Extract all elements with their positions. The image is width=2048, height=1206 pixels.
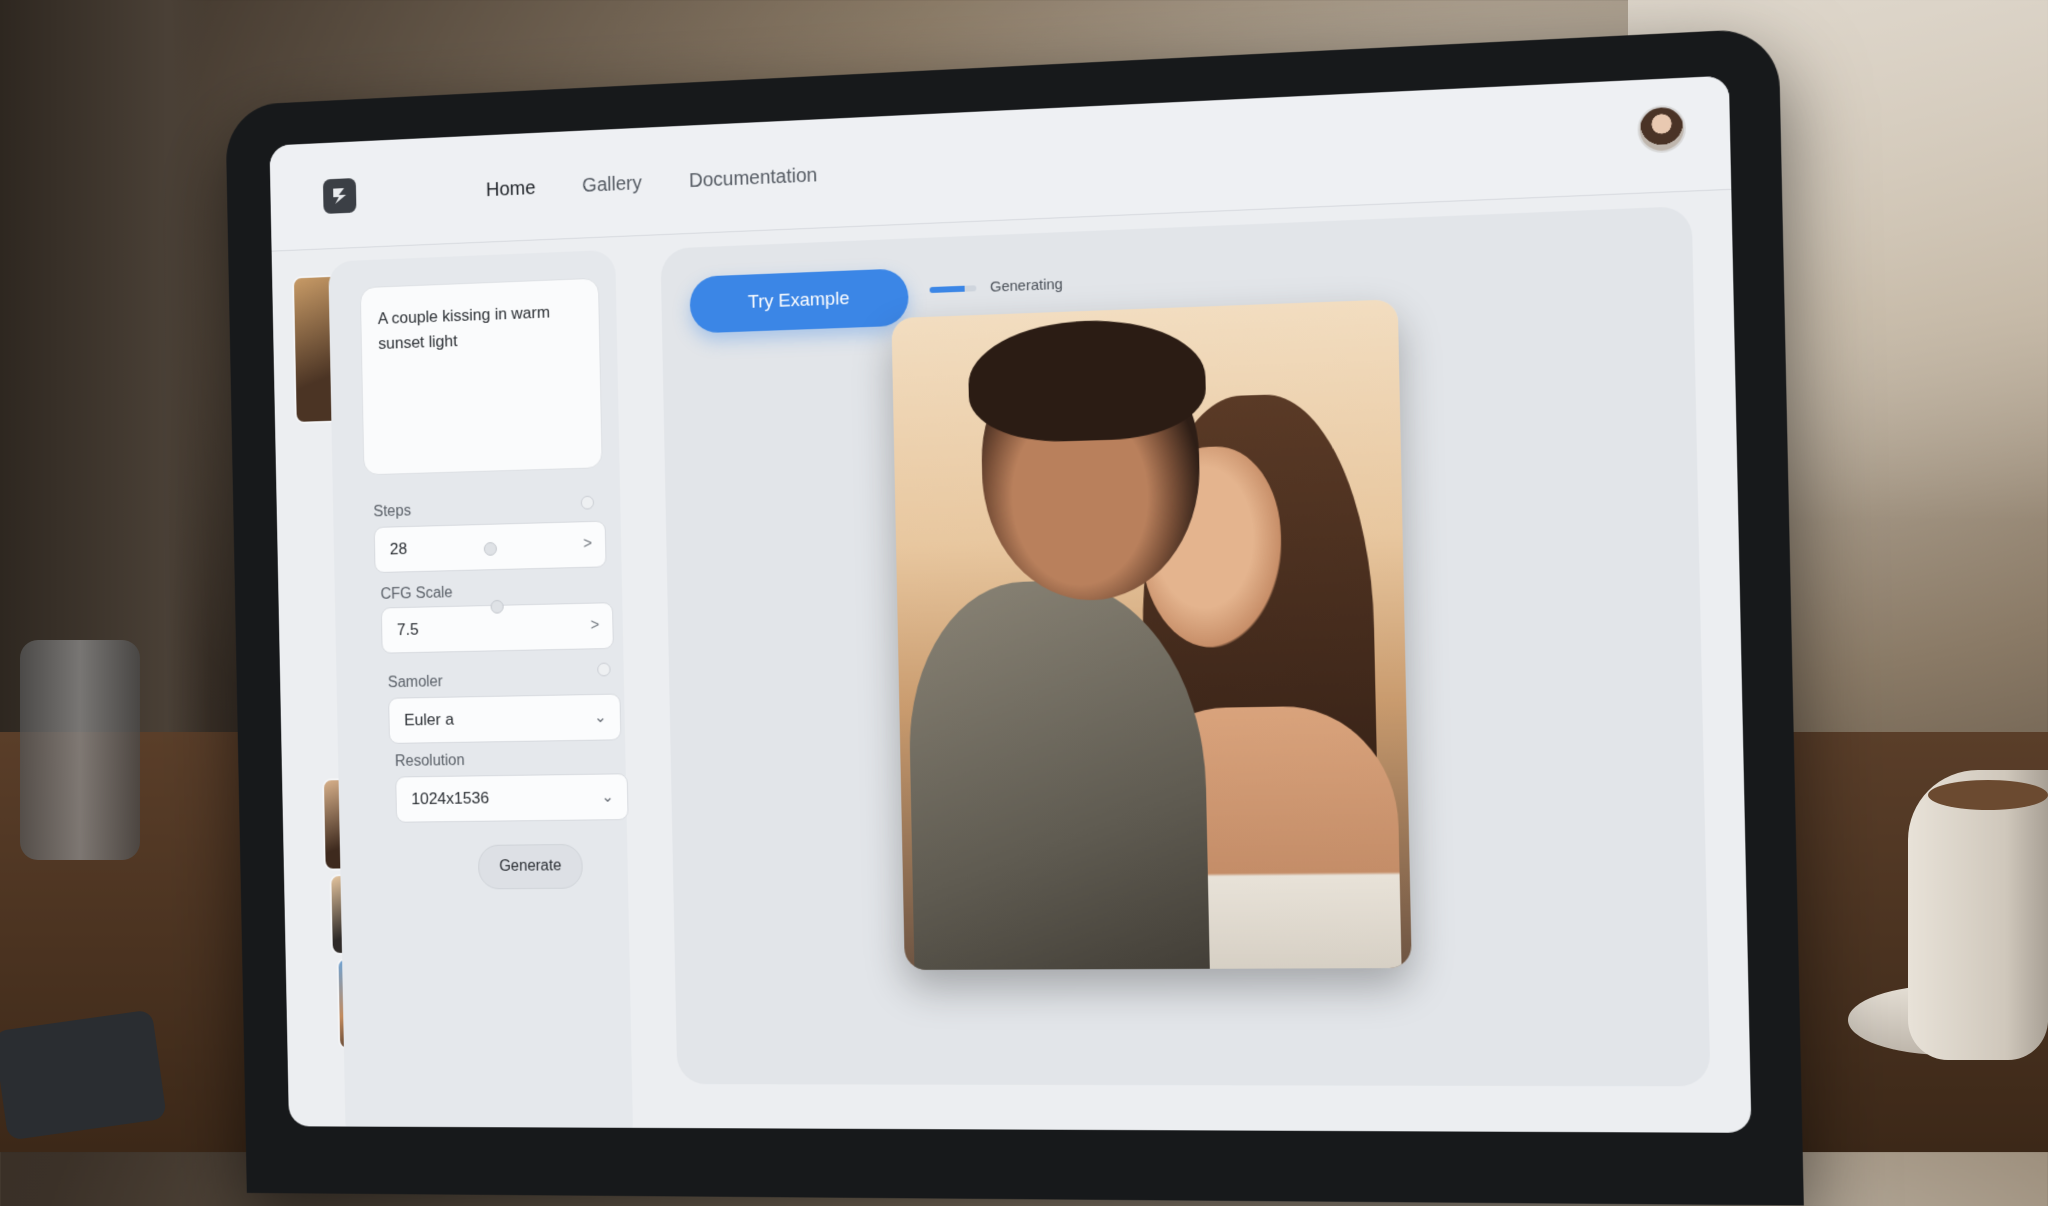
try-example-button[interactable]: Try Example [689,268,909,334]
background-coffee [1928,780,2048,810]
sampler-value: Euler a [404,710,455,730]
chevron-right-icon: > [590,617,600,634]
background-coffee-cup [1908,770,2048,1060]
app-screen: Home Gallery Documentation A couple kiss… [269,75,1752,1133]
cfg-value: 7.5 [396,620,419,639]
chevron-down-icon: ⌄ [601,789,615,806]
generation-progress-bar [929,285,977,294]
laptop: Home Gallery Documentation A couple kiss… [225,27,1804,1206]
resolution-label: Resolution [394,752,465,770]
nav-home[interactable]: Home [486,177,536,201]
steps-value: 28 [389,539,408,559]
output-area: Try Example Generating [660,205,1711,1087]
progress-fill [929,285,965,294]
steps-field[interactable]: 28 > [373,520,607,574]
resolution-select[interactable]: 1024x1536 ⌄ [395,773,629,823]
nav-documentation[interactable]: Documentation [689,165,818,193]
cfg-field[interactable]: 7.5 > [380,599,614,654]
sampler-info-icon[interactable] [597,662,611,677]
chevron-right-icon: > [583,535,593,553]
image-man-hair [967,316,1207,445]
cfg-slider-knob[interactable] [490,599,504,614]
sampler-label: Samoler [387,673,443,692]
user-avatar[interactable] [1637,104,1687,154]
chevron-down-icon: ⌄ [594,709,607,727]
app-logo-icon[interactable] [322,177,357,214]
nav-gallery[interactable]: Gallery [582,173,642,198]
generate-button[interactable]: Generate [477,843,584,890]
steps-info-icon[interactable] [580,495,595,510]
main-nav: Home Gallery Documentation [486,165,818,202]
generated-image[interactable] [891,299,1412,970]
prompt-textarea[interactable]: A couple kissing in warm sunset light [359,277,603,476]
steps-label: Steps [373,502,412,521]
cfg-label: CFG Scale [380,584,453,603]
controls-panel: A couple kissing in warm sunset light St… [328,249,634,1133]
sampler-select[interactable]: Euler a ⌄ [388,693,622,744]
resolution-value: 1024x1536 [411,788,490,809]
background-pencil-cup [20,640,140,860]
steps-slider-knob[interactable] [483,541,498,556]
background-phone [0,1009,167,1141]
generation-status: Generating [989,275,1063,296]
